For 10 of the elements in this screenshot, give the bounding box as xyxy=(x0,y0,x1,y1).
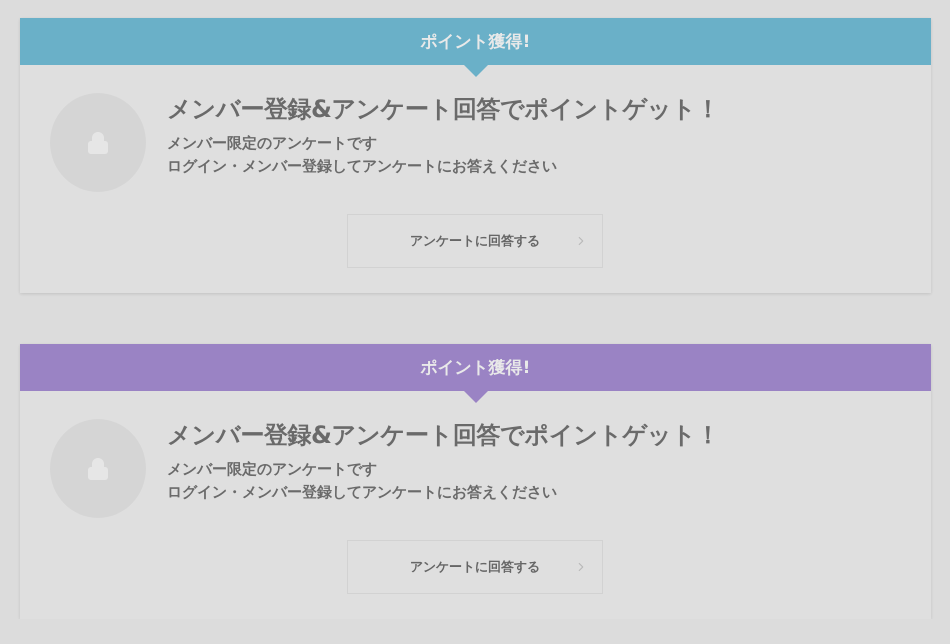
banner-title: ポイント獲得! xyxy=(420,31,530,53)
description-text: ログイン・メンバー登録してアンケートにお答えください xyxy=(167,157,558,176)
banner-title: ポイント獲得! xyxy=(420,357,530,379)
answer-button[interactable]: アンケートに回答する xyxy=(347,540,603,594)
description-text: メンバー限定のアンケートです xyxy=(167,134,378,153)
card-heading: メンバー登録&アンケート回答でポイントゲット！ xyxy=(167,94,720,125)
description-text: メンバー限定のアンケートです xyxy=(167,460,378,479)
description-text: ログイン・メンバー登録してアンケートにお答えください xyxy=(167,483,558,502)
card-heading: メンバー登録&アンケート回答でポイントゲット！ xyxy=(167,420,720,451)
answer-button[interactable]: アンケートに回答する xyxy=(347,214,603,268)
